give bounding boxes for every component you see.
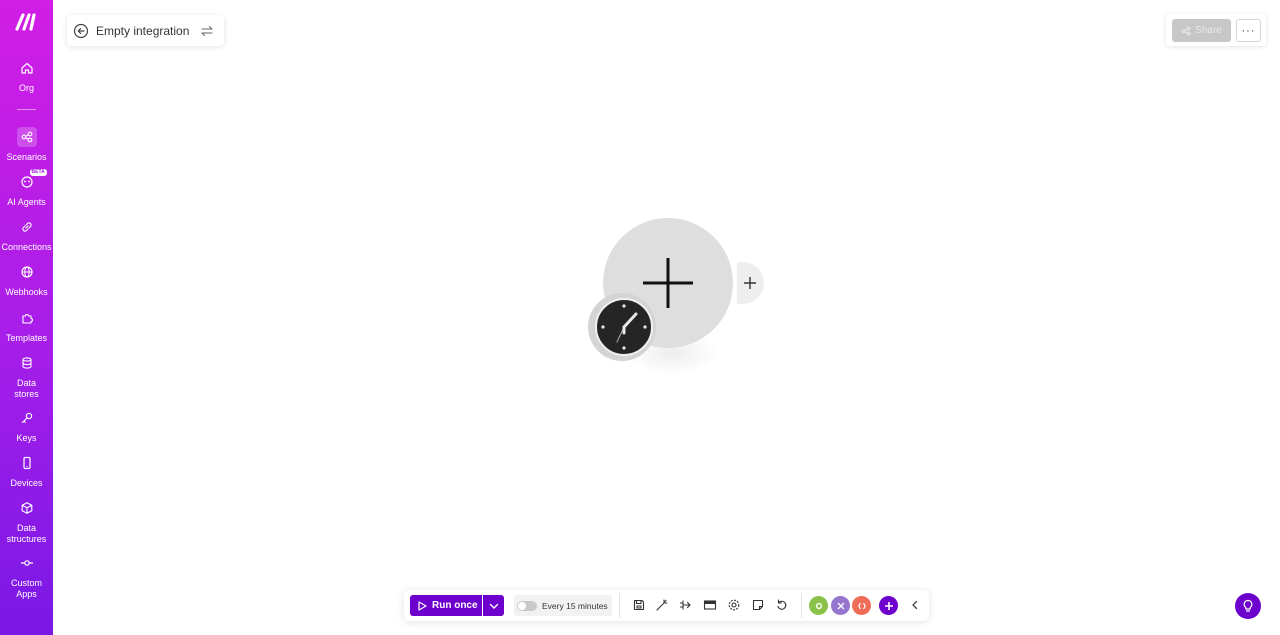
undo-icon[interactable] — [775, 598, 789, 612]
sidebar-item-data-structures[interactable]: Data structures — [0, 498, 53, 545]
sidebar-item-label: Connections — [1, 242, 52, 252]
explain-flow-icon[interactable] — [679, 598, 693, 612]
cube-icon — [21, 502, 32, 514]
help-button[interactable] — [1235, 593, 1261, 619]
link-icon — [21, 222, 32, 232]
sidebar-item-devices[interactable]: Devices — [0, 453, 53, 489]
chevron-down-icon — [489, 603, 498, 609]
share-label: Share — [1195, 25, 1222, 36]
sidebar-item-ai-agents[interactable]: BETA AI Agents — [0, 169, 53, 208]
phone-icon — [22, 456, 31, 470]
sidebar-item-label: Custom Apps — [10, 578, 42, 599]
clock-icon — [601, 304, 647, 350]
run-once-label: Run once — [432, 600, 478, 611]
schedule-toggle[interactable]: Every 15 minutes — [514, 595, 612, 616]
sidebar-item-label: AI Agents — [7, 197, 46, 207]
back-arrow-icon[interactable] — [73, 23, 89, 39]
beta-badge: BETA — [29, 169, 47, 176]
sidebar-item-label: Scenarios — [6, 152, 47, 162]
notes-icon[interactable] — [751, 598, 765, 612]
brackets-icon — [857, 602, 866, 609]
puzzle-icon — [21, 314, 33, 324]
sidebar-item-label: Data structures — [6, 523, 47, 544]
settings-icon[interactable] — [727, 598, 741, 612]
flow-control-button[interactable] — [831, 596, 850, 615]
plus-icon — [884, 601, 893, 610]
sidebar: Org Scenarios BETA AI Agents Connections… — [0, 0, 53, 635]
ai-agents-icon — [20, 176, 33, 188]
share-button[interactable]: Share — [1172, 19, 1231, 42]
save-icon[interactable] — [632, 598, 646, 612]
swap-settings-icon[interactable] — [200, 24, 214, 38]
sidebar-item-custom-apps[interactable]: Custom Apps — [0, 553, 53, 600]
sidebar-item-label: Templates — [5, 333, 48, 343]
top-right-actions: Share ··· — [1166, 14, 1266, 46]
schedule-trigger[interactable] — [595, 298, 653, 356]
key-icon — [21, 412, 32, 424]
sidebar-item-label: Devices — [10, 478, 43, 488]
sidebar-item-label: Webhooks — [5, 287, 48, 297]
more-options-button[interactable]: ··· — [1236, 19, 1261, 42]
toolbar-divider — [801, 593, 802, 618]
sidebar-item-label: Org — [18, 83, 34, 93]
scenarios-icon — [21, 131, 32, 143]
scenario-io-icon[interactable] — [703, 598, 717, 612]
schedule-label: Every 15 minutes — [542, 600, 608, 611]
gear-icon — [815, 602, 822, 609]
run-once-button[interactable]: Run once — [410, 595, 482, 616]
chevron-left-icon[interactable] — [909, 599, 921, 611]
add-next-module-button[interactable] — [737, 262, 764, 304]
globe-icon — [20, 266, 33, 278]
auto-align-icon[interactable] — [655, 598, 669, 612]
sidebar-divider — [17, 109, 36, 110]
sidebar-item-connections[interactable]: Connections — [0, 217, 53, 253]
scenario-name[interactable]: Empty integration — [96, 24, 189, 38]
sidebar-item-keys[interactable]: Keys — [0, 408, 53, 444]
tools-app-button[interactable] — [809, 596, 828, 615]
sidebar-item-label: Data stores — [14, 378, 39, 399]
schedule-switch[interactable] — [517, 600, 537, 611]
flow-control-icon — [837, 602, 844, 609]
lightbulb-icon — [1243, 599, 1253, 612]
scenario-title-card: Empty integration — [67, 15, 224, 46]
json-app-button[interactable] — [852, 596, 871, 615]
sidebar-item-webhooks[interactable]: Webhooks — [0, 262, 53, 298]
home-icon — [20, 62, 33, 74]
sidebar-item-label: Keys — [16, 433, 37, 443]
sidebar-item-templates[interactable]: Templates — [0, 308, 53, 344]
make-logo[interactable] — [14, 12, 40, 32]
sidebar-item-scenarios[interactable]: Scenarios — [0, 127, 53, 163]
database-icon — [21, 357, 32, 369]
custom-apps-icon — [20, 560, 33, 566]
run-options-button[interactable] — [483, 595, 504, 616]
sidebar-item-org[interactable]: Org — [0, 58, 53, 94]
share-icon — [1181, 26, 1191, 35]
add-app-button[interactable] — [879, 596, 898, 615]
play-icon — [418, 600, 427, 611]
plus-icon — [744, 277, 756, 289]
sidebar-item-data-stores[interactable]: Data stores — [0, 353, 53, 400]
bottom-toolbar: Run once Every 15 minutes — [404, 590, 929, 621]
toolbar-divider — [619, 593, 620, 618]
